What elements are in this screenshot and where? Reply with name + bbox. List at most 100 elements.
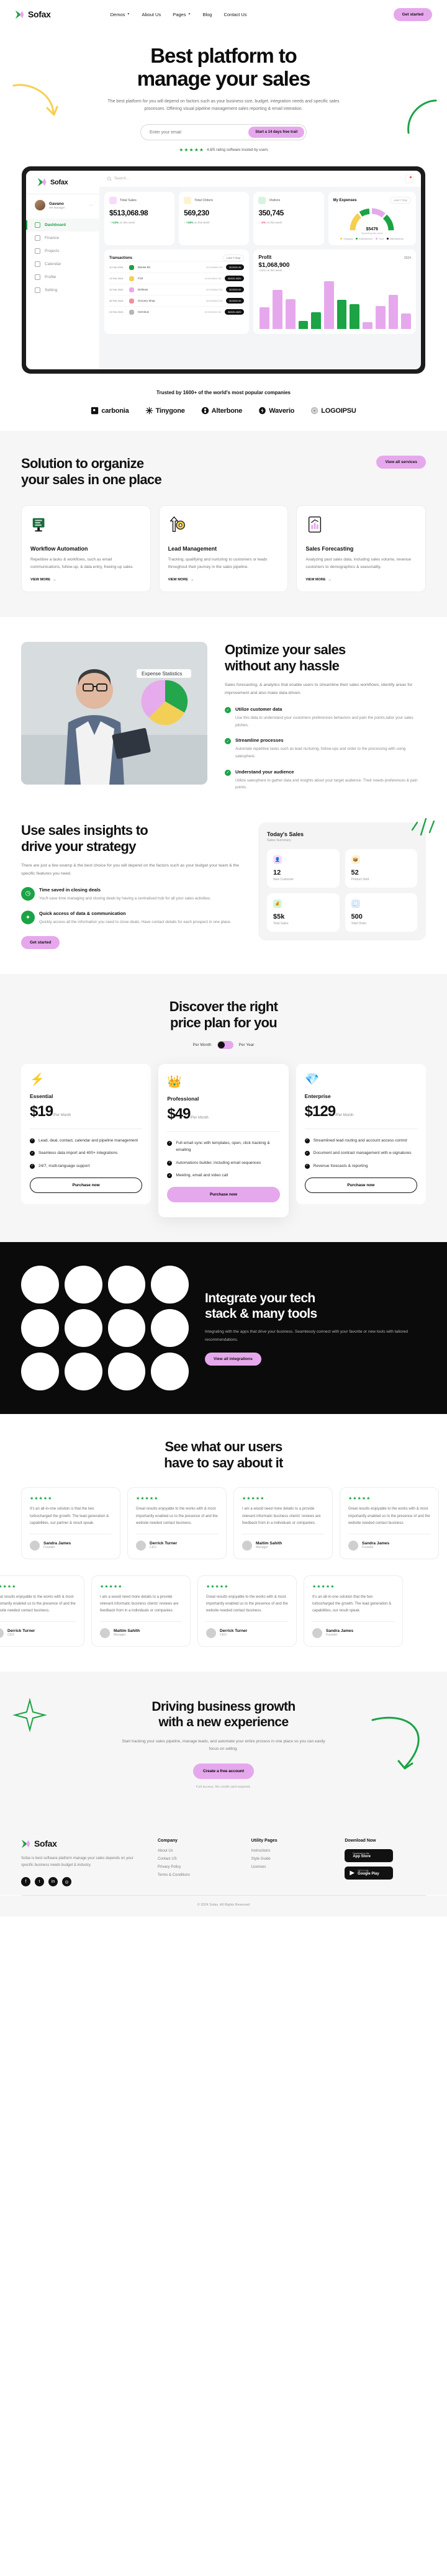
sidebar-item-dashboard[interactable]: Dashboard xyxy=(26,218,99,232)
view-all-integrations-button[interactable]: View all integrations xyxy=(205,1352,261,1366)
sidebar-item-setting[interactable]: Setting xyxy=(26,284,99,297)
card-link[interactable]: VIEW MORE → xyxy=(168,578,279,582)
footer-link-instructions[interactable]: Instructions xyxy=(251,1849,333,1853)
testimonial-author: Sandra James Founder xyxy=(30,1540,112,1551)
integration-chip[interactable]: ◉ xyxy=(151,1352,189,1390)
brand-alterbone: Alterbone xyxy=(201,407,242,415)
footer-link-about[interactable]: About Us xyxy=(158,1849,239,1853)
footer-link-terms[interactable]: Terms & Conditions xyxy=(158,1873,239,1877)
feature-desc: Automate repetitive tasks such as lead n… xyxy=(235,747,406,759)
plan-feature: ✓ Streamlined lead routing and account ac… xyxy=(304,1138,407,1143)
instagram-icon[interactable]: ◎ xyxy=(62,1877,71,1887)
divider xyxy=(100,1621,182,1622)
integration-chip[interactable]: ◐ xyxy=(21,1352,59,1390)
kpi-label: Total Orders xyxy=(194,199,214,203)
table-row[interactable]: 19 Feb 2024 Delimas 401954654746 $10000.00 xyxy=(109,284,245,295)
purchase-button-professional[interactable]: Purchase now xyxy=(167,1187,280,1203)
solution-card-sales-forecasting[interactable]: Sales Forecasting Analyzing past sales d… xyxy=(296,505,426,593)
testimonial-text: Great results enjoyable to the works wit… xyxy=(136,1507,218,1526)
testimonial-card: ★★★★★ I am a would need more details to … xyxy=(233,1487,333,1559)
kpi-delta-note: on this week xyxy=(194,221,210,225)
create-free-account-button[interactable]: Create a free account xyxy=(192,1763,255,1779)
testimonial-card: ★★★★★ Great results enjoyable to the wor… xyxy=(0,1575,84,1647)
solution-cards: Workflow Automation Repetitive a tasks &… xyxy=(21,505,426,593)
integration-chip[interactable]: ▣ xyxy=(107,1352,146,1390)
integration-chip[interactable]: ✈ xyxy=(151,1309,189,1347)
table-row[interactable]: 11 Feb 2024 Moose 83 401954654746 $10000.00 xyxy=(109,261,245,272)
facebook-icon[interactable]: f xyxy=(21,1877,30,1887)
decorative-arrow-right-icon xyxy=(407,99,437,134)
billing-period-toggle[interactable] xyxy=(217,1040,233,1049)
get-started-button[interactable]: Get started xyxy=(393,7,432,21)
footer-link-style-guide[interactable]: Style Guide xyxy=(251,1857,333,1861)
waverio-icon xyxy=(259,407,266,415)
logo[interactable]: Sofax xyxy=(15,9,51,20)
start-trial-button[interactable]: Start a 14 days free trail xyxy=(248,127,304,138)
sales-forecasting-icon xyxy=(309,516,322,533)
solution-card-workflow-automation[interactable]: Workflow Automation Repetitive a tasks &… xyxy=(21,505,151,593)
integration-chip[interactable]: ✦ xyxy=(151,1266,189,1304)
table-row[interactable]: 23 Feb 2024 Geminus 401954654746 $4526.4820 xyxy=(109,306,245,317)
purchase-button-essential[interactable]: Purchase now xyxy=(30,1177,143,1193)
sidebar-item-calendar[interactable]: Calendar xyxy=(26,258,99,271)
integration-chip[interactable]: ✳ xyxy=(21,1266,59,1304)
star-rating-icon: ★★★★★ xyxy=(206,1584,229,1589)
footer-link-contact[interactable]: Contact US xyxy=(158,1857,239,1861)
nav-item-blog[interactable]: Blog xyxy=(202,12,212,17)
sales-icon xyxy=(109,197,117,205)
workflow-automation-icon xyxy=(32,518,45,532)
pricing-title-line2: price plan for you xyxy=(170,1014,278,1030)
dashboard-search[interactable]: Search... xyxy=(107,176,129,182)
app-store-button[interactable]: Download on the App Store xyxy=(345,1849,394,1862)
footer-link-licenses[interactable]: Licenses xyxy=(251,1865,333,1869)
table-row[interactable]: 13 Feb 2024 P18 401954654746 $4526.4820 xyxy=(109,272,245,284)
nav-item-pages[interactable]: Pages ▼ xyxy=(173,12,191,17)
transactions-filter[interactable]: Last 7 Day xyxy=(222,254,245,262)
email-input[interactable] xyxy=(150,130,249,135)
sidebar-item-projects[interactable]: Projects xyxy=(26,245,99,258)
brand-carbonia: carbonia xyxy=(91,407,129,415)
money-icon: 💰 xyxy=(273,899,282,908)
testimonial-text: I am a would need more details to a prov… xyxy=(100,1595,179,1613)
dashboard-user[interactable]: Gavano HR Manager ⋯ xyxy=(26,194,99,216)
expenses-filter[interactable]: Last 7 Day xyxy=(390,197,411,204)
view-all-services-button[interactable]: View all services xyxy=(376,456,426,469)
integration-chip[interactable]: ✉ xyxy=(107,1266,146,1304)
kpi-card-visitors: Visitors 350,745 ↓ -2% on this week xyxy=(253,192,324,246)
linkedin-icon[interactable]: in xyxy=(48,1877,58,1887)
nav-item-contact[interactable]: Contact Us xyxy=(224,12,246,17)
plan-period: /Per Month xyxy=(190,1115,209,1120)
integration-chip[interactable]: ◎ xyxy=(64,1266,102,1304)
table-row[interactable]: 26 Feb 2024 Grocery Shop 401954654746 $1000… xyxy=(109,295,245,306)
integration-chip[interactable]: ◈ xyxy=(21,1309,59,1347)
transactions-title: Transactions xyxy=(109,256,133,260)
card-link[interactable]: VIEW MORE → xyxy=(30,578,142,582)
more-options-icon[interactable]: ⋯ xyxy=(89,203,93,208)
insights-get-started-button[interactable]: Get started xyxy=(21,935,60,949)
integration-chip[interactable]: ☁ xyxy=(64,1309,102,1347)
testimonial-author: Sandra James Founder xyxy=(348,1540,430,1551)
card-link[interactable]: VIEW MORE → xyxy=(305,578,417,582)
sidebar-item-finance[interactable]: Finance xyxy=(26,232,99,245)
footer-link-privacy[interactable]: Privacy Policy xyxy=(158,1865,239,1869)
sidebar-item-profile[interactable]: Profile xyxy=(26,271,99,284)
integration-chip[interactable]: ★ xyxy=(64,1352,102,1390)
dashboard-frame: Sofax Gavano HR Manager ⋯ Dashboard Fina… xyxy=(22,166,425,374)
integration-chip[interactable]: ⚙ xyxy=(107,1309,146,1347)
nav-item-about[interactable]: About Us xyxy=(142,12,161,17)
purchase-button-enterprise[interactable]: Purchase now xyxy=(304,1177,417,1193)
twitter-icon[interactable]: t xyxy=(35,1877,44,1887)
avatar xyxy=(348,1540,358,1551)
pricing-title-line1: Discover the right xyxy=(169,998,278,1014)
google-play-button[interactable]: ▶ GET IT ON Google Play xyxy=(345,1866,394,1880)
store-small-label: GET IT ON xyxy=(358,1869,369,1872)
user-name: Gavano xyxy=(49,201,64,206)
notification-bell-icon[interactable] xyxy=(405,174,413,184)
solution-card-lead-management[interactable]: Lead Management Tracking, qualifying and… xyxy=(158,505,289,593)
integrations-title: Integrate your tech stack & many tools xyxy=(205,1290,426,1322)
nav-item-demos[interactable]: Demos ▼ xyxy=(111,12,130,17)
card-desc: Analyzing past sales data, including sal… xyxy=(305,557,412,570)
avatar xyxy=(136,1540,146,1551)
profit-year-select[interactable]: 2024 xyxy=(404,256,411,260)
footer-logo[interactable]: Sofax xyxy=(21,1839,145,1849)
